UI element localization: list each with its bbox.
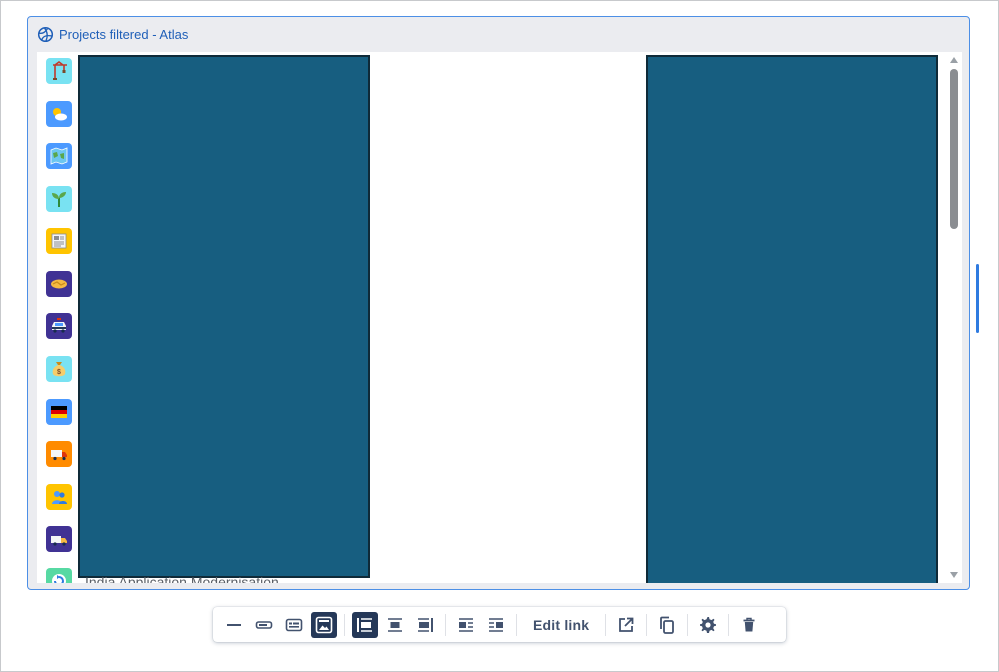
svg-text:$: $	[57, 369, 61, 376]
police-car-icon[interactable]	[46, 313, 72, 339]
vertical-scrollbar[interactable]	[946, 52, 962, 583]
toolbar-separator	[605, 613, 607, 636]
project-panel-left[interactable]	[78, 55, 370, 578]
construction-crane-icon[interactable]	[46, 58, 72, 84]
smart-link-embed[interactable]: Projects filtered - Atlas $ India Applic…	[27, 16, 970, 590]
toolbar-separator	[646, 613, 648, 636]
edit-link-button[interactable]: Edit link	[522, 612, 600, 638]
toolbar-separator	[516, 613, 517, 636]
refresh-icon[interactable]	[46, 568, 72, 583]
embed-viewport[interactable]: $ India Application Modernisation	[37, 52, 962, 583]
embed-title[interactable]: Projects filtered - Atlas	[59, 27, 188, 42]
toolbar-separator	[445, 613, 446, 636]
display-card-icon[interactable]	[281, 612, 307, 638]
project-name-label[interactable]: India Application Modernisation	[85, 574, 279, 583]
seedling-icon[interactable]	[46, 186, 72, 212]
display-embed-icon[interactable]	[311, 611, 337, 638]
resize-handle[interactable]	[976, 264, 979, 333]
germany-flag-icon[interactable]	[46, 399, 72, 425]
align-left-icon[interactable]	[352, 611, 378, 638]
embed-toolbar: Edit link	[213, 607, 786, 642]
display-inline-icon[interactable]	[251, 612, 277, 638]
align-center-icon[interactable]	[382, 612, 408, 638]
settings-icon[interactable]	[695, 612, 721, 638]
toolbar-separator	[687, 613, 689, 636]
embed-header: Projects filtered - Atlas	[28, 17, 969, 52]
delete-icon[interactable]	[736, 612, 762, 638]
wrap-left-icon[interactable]	[453, 612, 479, 638]
sun-cloud-icon[interactable]	[46, 101, 72, 127]
scroll-up-arrow-icon[interactable]	[950, 57, 958, 63]
van-icon[interactable]	[46, 526, 72, 552]
copy-icon[interactable]	[654, 612, 680, 638]
globe-icon	[37, 26, 54, 43]
delivery-truck-icon[interactable]	[46, 441, 72, 467]
align-right-icon[interactable]	[412, 612, 438, 638]
money-bag-icon[interactable]: $	[46, 356, 72, 382]
open-new-window-icon[interactable]	[613, 612, 639, 638]
scrollbar-thumb[interactable]	[950, 69, 958, 229]
project-panel-right[interactable]	[646, 55, 938, 583]
wrap-right-icon[interactable]	[483, 612, 509, 638]
toolbar-separator	[344, 613, 345, 636]
scroll-down-arrow-icon[interactable]	[950, 572, 958, 578]
newspaper-icon[interactable]	[46, 228, 72, 254]
world-map-icon[interactable]	[46, 143, 72, 169]
toolbar-separator	[728, 613, 730, 636]
handshake-icon[interactable]	[46, 271, 72, 297]
people-icon[interactable]	[46, 484, 72, 510]
display-url-icon[interactable]	[221, 612, 247, 638]
